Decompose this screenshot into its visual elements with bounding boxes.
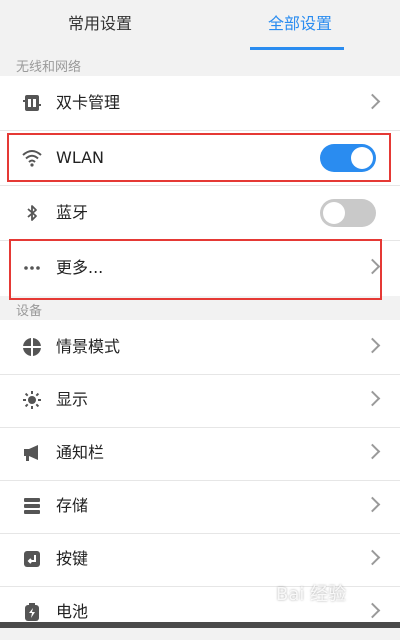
watermark: Bai 经验 bbox=[276, 584, 347, 605]
battery-icon bbox=[25, 603, 39, 621]
tab-all-settings[interactable]: 全部设置 bbox=[200, 0, 400, 50]
row-label: WLAN bbox=[56, 148, 105, 167]
wifi-icon bbox=[22, 150, 42, 167]
bluetooth-toggle[interactable] bbox=[320, 199, 376, 227]
chevron-right-icon bbox=[364, 390, 381, 407]
wlan-toggle[interactable] bbox=[320, 144, 376, 172]
row-notification-bar[interactable]: 通知栏 bbox=[0, 426, 400, 481]
device-group: 情景模式 显示 通知栏 存储 按键 电池 bbox=[0, 320, 400, 622]
toggle-knob bbox=[323, 202, 345, 224]
row-label: 双卡管理 bbox=[56, 93, 121, 112]
row-label: 通知栏 bbox=[56, 443, 105, 462]
row-storage[interactable]: 存储 bbox=[0, 479, 400, 534]
network-group: 双卡管理 WLAN 蓝牙 更多... bbox=[0, 76, 400, 296]
row-label: 电池 bbox=[56, 602, 89, 621]
brightness-icon bbox=[23, 391, 41, 409]
more-dots-icon bbox=[24, 266, 40, 270]
bluetooth-icon bbox=[27, 205, 37, 221]
bottom-edge bbox=[0, 622, 400, 628]
chevron-right-icon bbox=[364, 337, 381, 354]
row-label: 情景模式 bbox=[56, 337, 121, 356]
row-dual-sim[interactable]: 双卡管理 bbox=[0, 76, 400, 131]
row-keys[interactable]: 按键 bbox=[0, 532, 400, 587]
megaphone-icon bbox=[24, 445, 38, 461]
section-header-network: 无线和网络 bbox=[16, 60, 82, 75]
chevron-right-icon bbox=[364, 443, 381, 460]
row-bluetooth[interactable]: 蓝牙 bbox=[0, 186, 400, 241]
row-more[interactable]: 更多... bbox=[0, 241, 400, 296]
row-label: 蓝牙 bbox=[56, 203, 89, 222]
chevron-right-icon bbox=[364, 258, 381, 275]
row-profile-mode[interactable]: 情景模式 bbox=[0, 320, 400, 375]
dual-sim-icon bbox=[23, 95, 41, 111]
row-label: 按键 bbox=[56, 549, 89, 568]
chevron-right-icon bbox=[364, 496, 381, 513]
storage-icon bbox=[24, 498, 40, 514]
row-label: 更多... bbox=[56, 258, 104, 277]
profile-icon bbox=[23, 338, 41, 356]
row-label: 显示 bbox=[56, 390, 89, 409]
chevron-right-icon bbox=[364, 602, 381, 619]
chevron-right-icon bbox=[364, 93, 381, 110]
row-display[interactable]: 显示 bbox=[0, 373, 400, 428]
row-label: 存储 bbox=[56, 496, 89, 515]
tab-common-settings[interactable]: 常用设置 bbox=[0, 0, 200, 50]
row-wlan[interactable]: WLAN bbox=[0, 131, 400, 186]
active-tab-indicator bbox=[250, 47, 344, 50]
chevron-right-icon bbox=[364, 549, 381, 566]
section-header-device: 设备 bbox=[16, 304, 43, 319]
settings-tabs: 常用设置 全部设置 bbox=[0, 0, 400, 50]
toggle-knob bbox=[351, 147, 373, 169]
key-icon bbox=[24, 551, 40, 567]
